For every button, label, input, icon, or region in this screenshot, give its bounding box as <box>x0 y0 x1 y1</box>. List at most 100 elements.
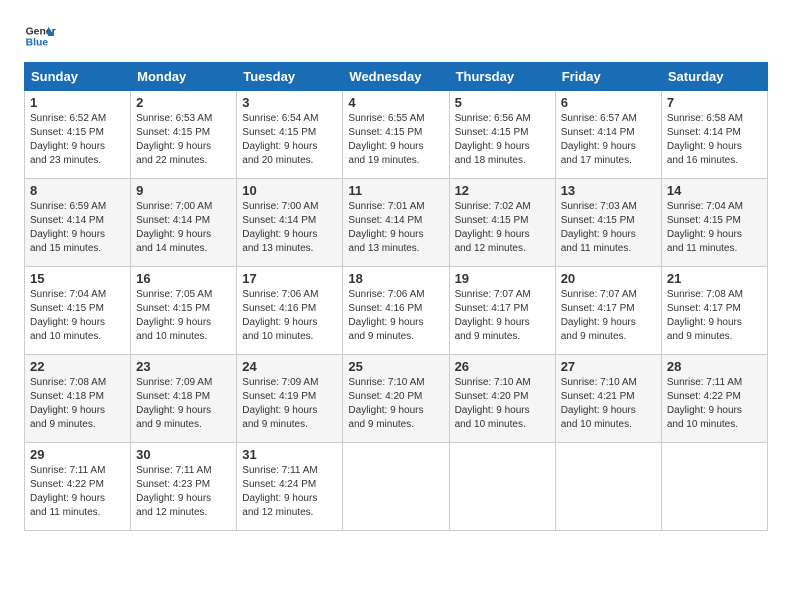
column-header-sunday: Sunday <box>25 63 131 91</box>
day-number: 21 <box>667 271 762 286</box>
day-info: Sunrise: 7:11 AMSunset: 4:22 PMDaylight:… <box>667 376 762 432</box>
week-row-1: 1Sunrise: 6:52 AMSunset: 4:15 PMDaylight… <box>25 91 768 179</box>
day-cell: 12 Sunrise: 7:02 AMSunset: 4:15 PMDayligh… <box>449 179 555 267</box>
day-cell: 6Sunrise: 6:57 AMSunset: 4:14 PMDaylight… <box>555 91 661 179</box>
day-cell: 26 Sunrise: 7:10 AMSunset: 4:20 PMDayligh… <box>449 355 555 443</box>
day-cell: 15Sunrise: 7:04 AMSunset: 4:15 PMDayligh… <box>25 267 131 355</box>
day-info: Sunrise: 7:11 AMSunset: 4:22 PMDaylight:… <box>30 464 125 520</box>
day-number: 14 <box>667 183 762 198</box>
day-cell: 14 Sunrise: 7:04 AMSunset: 4:15 PMDayligh… <box>661 179 767 267</box>
day-cell: 20 Sunrise: 7:07 AMSunset: 4:17 PMDayligh… <box>555 267 661 355</box>
day-cell: 3 Sunrise: 6:54 AMSunset: 4:15 PMDaylight… <box>237 91 343 179</box>
day-cell: 9 Sunrise: 7:00 AMSunset: 4:14 PMDaylight… <box>131 179 237 267</box>
day-number: 24 <box>242 359 337 374</box>
day-cell: 1Sunrise: 6:52 AMSunset: 4:15 PMDaylight… <box>25 91 131 179</box>
day-cell <box>661 443 767 531</box>
day-number: 12 <box>455 183 550 198</box>
day-info: Sunrise: 7:10 AMSunset: 4:21 PMDaylight:… <box>561 376 656 432</box>
day-number: 7 <box>667 95 762 110</box>
day-cell: 23 Sunrise: 7:09 AMSunset: 4:18 PMDayligh… <box>131 355 237 443</box>
day-info: Sunrise: 7:02 AMSunset: 4:15 PMDaylight:… <box>455 200 550 256</box>
column-header-friday: Friday <box>555 63 661 91</box>
day-number: 4 <box>348 95 443 110</box>
day-number: 27 <box>561 359 656 374</box>
day-info: Sunrise: 7:09 AMSunset: 4:18 PMDaylight:… <box>136 376 231 432</box>
column-header-thursday: Thursday <box>449 63 555 91</box>
day-info: Sunrise: 6:54 AMSunset: 4:15 PMDaylight:… <box>242 112 337 168</box>
day-cell: 18 Sunrise: 7:06 AMSunset: 4:16 PMDayligh… <box>343 267 449 355</box>
day-cell: 2 Sunrise: 6:53 AMSunset: 4:15 PMDaylight… <box>131 91 237 179</box>
day-number: 29 <box>30 447 125 462</box>
week-row-2: 8 Sunrise: 6:59 AMSunset: 4:14 PMDaylight… <box>25 179 768 267</box>
svg-text:Blue: Blue <box>26 38 49 49</box>
day-info: Sunrise: 6:56 AMSunset: 4:15 PMDaylight:… <box>455 112 550 168</box>
day-number: 3 <box>242 95 337 110</box>
logo: General Blue <box>24 20 56 52</box>
day-number: 22 <box>30 359 125 374</box>
week-row-3: 15Sunrise: 7:04 AMSunset: 4:15 PMDayligh… <box>25 267 768 355</box>
day-info: Sunrise: 7:10 AMSunset: 4:20 PMDaylight:… <box>455 376 550 432</box>
day-info: Sunrise: 7:08 AMSunset: 4:17 PMDaylight:… <box>667 288 762 344</box>
day-number: 26 <box>455 359 550 374</box>
day-cell: 28 Sunrise: 7:11 AMSunset: 4:22 PMDayligh… <box>661 355 767 443</box>
day-number: 8 <box>30 183 125 198</box>
day-cell: 17Sunrise: 7:06 AMSunset: 4:16 PMDayligh… <box>237 267 343 355</box>
day-info: Sunrise: 7:10 AMSunset: 4:20 PMDaylight:… <box>348 376 443 432</box>
day-info: Sunrise: 7:07 AMSunset: 4:17 PMDaylight:… <box>455 288 550 344</box>
day-cell: 27 Sunrise: 7:10 AMSunset: 4:21 PMDayligh… <box>555 355 661 443</box>
day-info: Sunrise: 7:09 AMSunset: 4:19 PMDaylight:… <box>242 376 337 432</box>
day-number: 13 <box>561 183 656 198</box>
day-info: Sunrise: 7:04 AMSunset: 4:15 PMDaylight:… <box>667 200 762 256</box>
day-cell: 8 Sunrise: 6:59 AMSunset: 4:14 PMDaylight… <box>25 179 131 267</box>
day-number: 15 <box>30 271 125 286</box>
day-info: Sunrise: 6:52 AMSunset: 4:15 PMDaylight:… <box>30 112 125 168</box>
day-cell: 21 Sunrise: 7:08 AMSunset: 4:17 PMDayligh… <box>661 267 767 355</box>
day-cell: 31 Sunrise: 7:11 AMSunset: 4:24 PMDayligh… <box>237 443 343 531</box>
header: General Blue <box>24 20 768 52</box>
day-cell <box>449 443 555 531</box>
day-cell: 24 Sunrise: 7:09 AMSunset: 4:19 PMDayligh… <box>237 355 343 443</box>
week-row-4: 22Sunrise: 7:08 AMSunset: 4:18 PMDayligh… <box>25 355 768 443</box>
day-number: 19 <box>455 271 550 286</box>
day-number: 31 <box>242 447 337 462</box>
day-number: 11 <box>348 183 443 198</box>
day-cell: 25Sunrise: 7:10 AMSunset: 4:20 PMDayligh… <box>343 355 449 443</box>
day-cell: 4 Sunrise: 6:55 AMSunset: 4:15 PMDaylight… <box>343 91 449 179</box>
day-info: Sunrise: 6:57 AMSunset: 4:14 PMDaylight:… <box>561 112 656 168</box>
day-cell <box>343 443 449 531</box>
day-cell: 30Sunrise: 7:11 AMSunset: 4:23 PMDayligh… <box>131 443 237 531</box>
day-info: Sunrise: 7:11 AMSunset: 4:24 PMDaylight:… <box>242 464 337 520</box>
day-cell: 16Sunrise: 7:05 AMSunset: 4:15 PMDayligh… <box>131 267 237 355</box>
calendar: SundayMondayTuesdayWednesdayThursdayFrid… <box>24 62 768 531</box>
day-info: Sunrise: 7:00 AMSunset: 4:14 PMDaylight:… <box>242 200 337 256</box>
day-info: Sunrise: 6:55 AMSunset: 4:15 PMDaylight:… <box>348 112 443 168</box>
day-cell: 13 Sunrise: 7:03 AMSunset: 4:15 PMDayligh… <box>555 179 661 267</box>
logo-icon: General Blue <box>24 20 56 52</box>
day-cell: 10 Sunrise: 7:00 AMSunset: 4:14 PMDayligh… <box>237 179 343 267</box>
day-cell: 5 Sunrise: 6:56 AMSunset: 4:15 PMDaylight… <box>449 91 555 179</box>
day-info: Sunrise: 7:03 AMSunset: 4:15 PMDaylight:… <box>561 200 656 256</box>
day-info: Sunrise: 7:06 AMSunset: 4:16 PMDaylight:… <box>348 288 443 344</box>
day-number: 5 <box>455 95 550 110</box>
day-number: 18 <box>348 271 443 286</box>
day-number: 28 <box>667 359 762 374</box>
day-info: Sunrise: 6:59 AMSunset: 4:14 PMDaylight:… <box>30 200 125 256</box>
day-cell <box>555 443 661 531</box>
column-header-monday: Monday <box>131 63 237 91</box>
column-header-saturday: Saturday <box>661 63 767 91</box>
day-number: 2 <box>136 95 231 110</box>
day-number: 23 <box>136 359 231 374</box>
day-info: Sunrise: 7:07 AMSunset: 4:17 PMDaylight:… <box>561 288 656 344</box>
day-cell: 29 Sunrise: 7:11 AMSunset: 4:22 PMDayligh… <box>25 443 131 531</box>
day-cell: 22Sunrise: 7:08 AMSunset: 4:18 PMDayligh… <box>25 355 131 443</box>
day-info: Sunrise: 7:00 AMSunset: 4:14 PMDaylight:… <box>136 200 231 256</box>
day-number: 9 <box>136 183 231 198</box>
day-number: 10 <box>242 183 337 198</box>
day-info: Sunrise: 7:05 AMSunset: 4:15 PMDaylight:… <box>136 288 231 344</box>
day-cell: 19 Sunrise: 7:07 AMSunset: 4:17 PMDayligh… <box>449 267 555 355</box>
column-header-tuesday: Tuesday <box>237 63 343 91</box>
day-cell: 11Sunrise: 7:01 AMSunset: 4:14 PMDayligh… <box>343 179 449 267</box>
day-info: Sunrise: 6:53 AMSunset: 4:15 PMDaylight:… <box>136 112 231 168</box>
day-number: 20 <box>561 271 656 286</box>
day-number: 30 <box>136 447 231 462</box>
